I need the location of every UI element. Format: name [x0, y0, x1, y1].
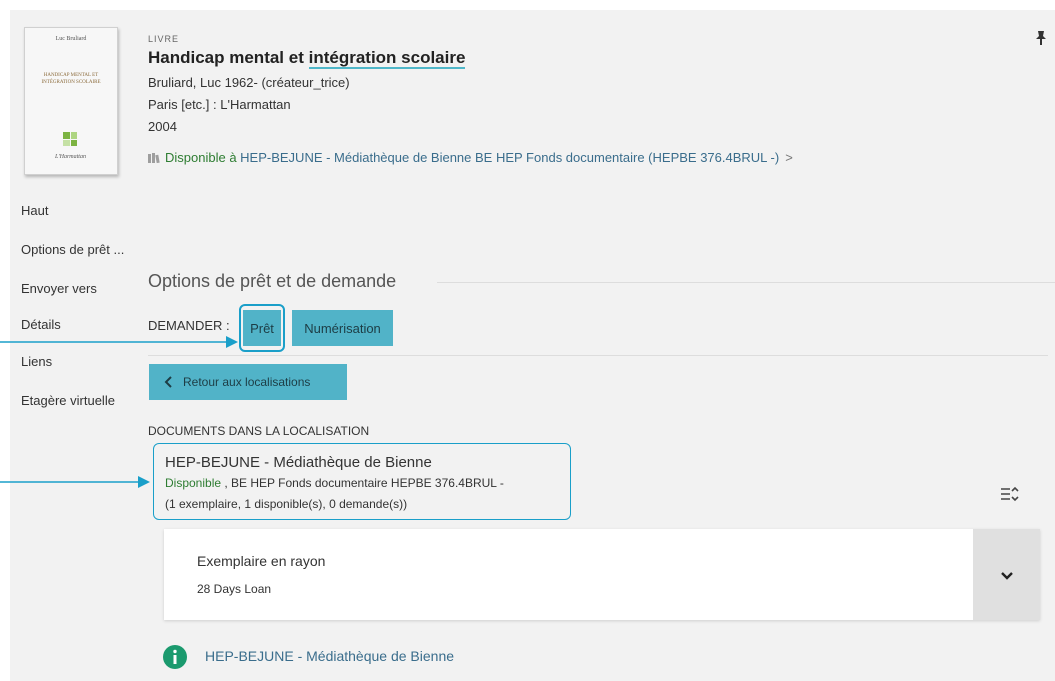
- nav-item-etagere-virtuelle[interactable]: Etagère virtuelle: [21, 393, 115, 408]
- cover-logo-graphic: [63, 132, 77, 146]
- availability-link[interactable]: Disponible à HEP-BEJUNE - Médiathèque de…: [148, 150, 793, 165]
- location-status: Disponible: [165, 476, 222, 490]
- back-to-locations-button[interactable]: Retour aux localisations: [149, 364, 347, 400]
- annotation-arrow-location: [0, 476, 150, 488]
- pin-icon[interactable]: [1034, 30, 1048, 46]
- nav-item-options-pret[interactable]: Options de prêt ...: [21, 242, 124, 257]
- pret-button[interactable]: Prêt: [243, 310, 281, 346]
- numerisation-button[interactable]: Numérisation: [292, 310, 393, 346]
- nav-item-liens[interactable]: Liens: [21, 354, 52, 369]
- availability-status: Disponible à: [165, 150, 241, 165]
- location-details: , BE HEP Fonds documentaire HEPBE 376.4B…: [221, 476, 504, 490]
- title-part2: intégration scolaire: [308, 48, 466, 69]
- nav-item-envoyer-vers[interactable]: Envoyer vers: [21, 281, 97, 296]
- location-availability: Disponible , BE HEP Fonds documentaire H…: [165, 476, 504, 490]
- cover-title: HANDICAP MENTAL ET INTÉGRATION SCOLAIRE: [41, 73, 101, 85]
- section-title: Options de prêt et de demande: [148, 271, 397, 291]
- nav-item-haut[interactable]: Haut: [21, 203, 48, 218]
- chevron-left-icon: [164, 376, 172, 388]
- availability-location: HEP-BEJUNE - Médiathèque de Bienne BE HE…: [240, 150, 780, 165]
- info-location-link[interactable]: HEP-BEJUNE - Médiathèque de Bienne: [205, 648, 454, 664]
- record-publisher: Paris [etc.] : L'Harmattan: [148, 97, 291, 112]
- sort-icon[interactable]: [999, 484, 1019, 504]
- item-title: Exemplaire en rayon: [197, 553, 326, 569]
- item-policy: 28 Days Loan: [197, 582, 272, 596]
- cover-publisher: L'Harmattan: [55, 154, 86, 160]
- section-divider: [437, 282, 1055, 283]
- title-part1: Handicap mental et: [148, 48, 309, 67]
- location-counts: (1 exemplaire, 1 disponible(s), 0 demand…: [165, 497, 408, 511]
- documents-label: DOCUMENTS DANS LA LOCALISATION: [148, 424, 370, 438]
- back-button-label: Retour aux localisations: [183, 375, 311, 389]
- nav-item-details[interactable]: Détails: [21, 317, 61, 332]
- availability-chevron: >: [785, 150, 793, 165]
- info-icon: [163, 645, 187, 669]
- location-name: HEP-BEJUNE - Médiathèque de Bienne: [165, 454, 432, 471]
- chevron-down-icon: [1000, 571, 1013, 580]
- book-icon: [148, 153, 160, 163]
- expand-item-button[interactable]: [973, 529, 1040, 620]
- record-title[interactable]: Handicap mental et intégration scolaire: [148, 48, 466, 69]
- record-year: 2004: [148, 119, 177, 134]
- annotation-arrow-pret: [0, 336, 238, 348]
- book-cover-thumbnail[interactable]: Luc Bruliard HANDICAP MENTAL ET INTÉGRAT…: [24, 27, 118, 175]
- item-card[interactable]: [164, 529, 1040, 620]
- record-author: Bruliard, Luc 1962- (créateur_trice): [148, 75, 350, 90]
- divider: [148, 355, 1048, 356]
- demander-label: DEMANDER :: [148, 318, 230, 333]
- cover-author: Luc Bruliard: [55, 36, 87, 42]
- resource-type: LIVRE: [148, 34, 180, 44]
